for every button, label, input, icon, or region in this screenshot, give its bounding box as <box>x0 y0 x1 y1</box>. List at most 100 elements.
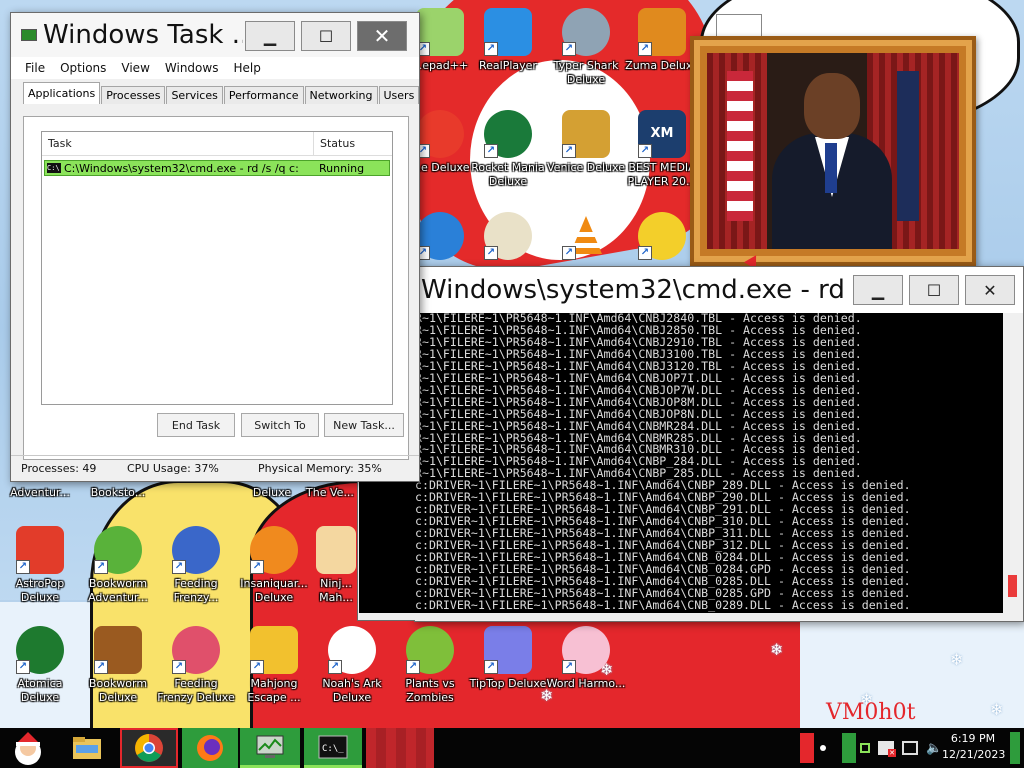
cmd-titlebar[interactable]: Windows\system32\cmd.exe - rd ... ▁ ☐ ✕ <box>415 267 1023 313</box>
desktop-icon-rocket-mania[interactable]: ↗ Rocket Mania Deluxe <box>468 110 548 189</box>
physical-memory: Physical Memory: 35% <box>258 462 382 475</box>
mahjong-tile-icon <box>316 526 356 574</box>
tab-networking[interactable]: Networking <box>304 86 378 104</box>
task-manager-titlebar[interactable]: Windows Task ... ▁ ☐ ✕ <box>11 13 419 57</box>
task-list[interactable]: Task Status C:\ C:\Windows\system32\cmd.… <box>41 131 393 405</box>
desktop-icon-label: Ninj... Mah... <box>319 577 353 604</box>
us-flag <box>727 71 753 221</box>
tray-square-icon[interactable] <box>860 743 870 753</box>
desktop-icon-bookworm-adventures[interactable]: ↗ Bookworm Adventur... <box>78 526 158 605</box>
plant-icon: ↗ <box>406 626 454 674</box>
process-count: Processes: 49 <box>21 462 97 475</box>
taskbar-firefox[interactable] <box>182 728 238 768</box>
close-button[interactable]: ✕ <box>965 275 1015 305</box>
window-shortcut-icon[interactable] <box>716 14 762 38</box>
desktop-icon-bookstorm[interactable]: Booksto... <box>78 486 158 500</box>
desktop-icon-feeding-frenzy[interactable]: ↗ Feeding Frenzy Deluxe <box>156 626 236 705</box>
taskbar-chrome[interactable] <box>120 728 178 768</box>
desktop-icon-astropop[interactable]: ↗ AstroPop Deluxe <box>0 526 80 605</box>
xm-play-icon: XM ↗ <box>638 110 686 158</box>
fish-icon: ↗ <box>172 626 220 674</box>
desktop-icon-realplayer[interactable]: ↗ RealPlayer <box>468 8 548 73</box>
taskbar-empty-slot <box>366 728 434 768</box>
desktop-icon-mahjong-escape[interactable]: ↗ Mahjong Escape ... <box>234 626 314 705</box>
console-scrollbar[interactable] <box>1003 313 1023 613</box>
menu-view[interactable]: View <box>121 61 149 75</box>
console-output[interactable]: R~1\FILERE~1\PR5648~1.INF\Amd64\CNBJ2840… <box>415 313 1005 613</box>
tray-error-icon[interactable]: ✕ <box>878 741 896 757</box>
photo-frame-widget[interactable] <box>690 36 976 266</box>
new-task-button[interactable]: New Task... <box>324 413 404 437</box>
end-task-button[interactable]: End Task <box>157 413 235 437</box>
column-header-status[interactable]: Status <box>314 137 355 150</box>
network-icon[interactable] <box>902 741 918 755</box>
task-manager-window[interactable]: Windows Task ... ▁ ☐ ✕ File Options View… <box>10 12 420 482</box>
close-icon: ✕ <box>373 24 391 48</box>
volume-icon[interactable]: 🔈 <box>926 741 942 756</box>
close-button[interactable]: ✕ <box>357 21 407 51</box>
notepadpp-icon: ↗ <box>416 8 464 56</box>
desktop-icon-label: Bookworm Adventur... <box>88 577 148 604</box>
menu-windows[interactable]: Windows <box>165 61 219 75</box>
tab-performance[interactable]: Performance <box>223 86 304 104</box>
scrollbar-thumb[interactable] <box>1008 575 1017 597</box>
desktop-icon-label: Bookworm Deluxe <box>88 677 148 704</box>
wallpaper-red-figure-2 <box>600 620 800 728</box>
show-desktop-button[interactable] <box>1010 732 1020 764</box>
desktop-icon-label: The Ve... <box>306 486 354 499</box>
desktop-icon-feeding-frenzy-2[interactable]: ↗ Feeding Frenzy... <box>156 526 236 605</box>
folder-icon <box>73 737 101 759</box>
minimize-button[interactable]: ▁ <box>245 21 295 51</box>
tab-users[interactable]: Users <box>378 86 420 104</box>
tray-show-desktop-red[interactable] <box>800 733 814 763</box>
vlc-cone-icon: ↗ <box>562 212 610 260</box>
switch-to-button[interactable]: Switch To <box>241 413 319 437</box>
rocket-icon: ↗ <box>484 110 532 158</box>
snowflake-icon: ❄ <box>950 650 964 669</box>
desktop-icon-the-ve[interactable]: The Ve... <box>300 486 360 500</box>
taskbar-task-manager[interactable] <box>240 728 300 768</box>
desktop-icon-tiptop[interactable]: ↗ TipTop Deluxe <box>468 626 548 691</box>
desktop-icon-label: Typer Shark Deluxe <box>553 59 619 86</box>
taskbar-file-explorer[interactable] <box>58 728 116 768</box>
maximize-button[interactable]: ☐ <box>909 275 959 305</box>
tray-green-icon[interactable] <box>842 733 856 763</box>
desktop-icon-game-3b[interactable]: ↗ <box>468 212 548 263</box>
desktop-icon-word-harmony[interactable]: ↗ Word Harmo... <box>546 626 626 691</box>
book-icon: ↗ <box>94 626 142 674</box>
start-button[interactable] <box>0 728 56 768</box>
menu-help[interactable]: Help <box>233 61 260 75</box>
tab-applications[interactable]: Applications <box>23 82 101 104</box>
column-header-task[interactable]: Task <box>42 132 314 155</box>
smiley-icon: ↗ <box>638 212 686 260</box>
desktop-icon-insaniquarium[interactable]: ↗ Insaniquar... Deluxe <box>234 526 314 605</box>
minimize-button[interactable]: ▁ <box>853 275 903 305</box>
pirate-skull-icon: ↗ <box>484 212 532 260</box>
desktop-icon-label: Noah's Ark Deluxe <box>322 677 382 704</box>
task-manager-title: Windows Task ... <box>43 20 243 50</box>
tab-processes[interactable]: Processes <box>101 86 166 104</box>
desktop-icon-label: Word Harmo... <box>546 677 626 690</box>
menu-file[interactable]: File <box>25 61 45 75</box>
maximize-button[interactable]: ☐ <box>301 21 351 51</box>
desktop-icon-plants-vs-zombies[interactable]: ↗ Plants vs Zombies <box>390 626 470 705</box>
taskbar-clock[interactable]: 6:19 PM 12/21/2023 <box>942 731 1005 763</box>
desktop-icon-label: Feeding Frenzy... <box>173 577 219 604</box>
desktop-icon-noahs-ark[interactable]: ↗ Noah's Ark Deluxe <box>312 626 392 705</box>
desktop-icon-vlc[interactable]: ↗ <box>546 212 626 263</box>
taskbar-cmd[interactable]: C:\_ <box>304 728 362 768</box>
desktop-icon-ninja-mahjong[interactable]: Ninj... Mah... <box>312 526 360 605</box>
desktop-icon-typer-shark[interactable]: ↗ Typer Shark Deluxe <box>546 8 626 87</box>
desktop-icon-bookworm[interactable]: ↗ Bookworm Deluxe <box>78 626 158 705</box>
table-row[interactable]: C:\ C:\Windows\system32\cmd.exe - rd /s … <box>44 160 390 176</box>
desktop-icon-venice[interactable]: ↗ Venice Deluxe <box>546 110 626 175</box>
taskbar: C:\_ ✕ 🔈 6:19 PM 12/21/2023 <box>0 728 1024 768</box>
cmd-window[interactable]: Windows\system32\cmd.exe - rd ... ▁ ☐ ✕ … <box>357 266 1024 622</box>
menu-options[interactable]: Options <box>60 61 106 75</box>
task-name: C:\Windows\system32\cmd.exe - rd /s /q c… <box>64 161 299 175</box>
desktop-icon-label: TipTop Deluxe <box>469 677 547 690</box>
desktop-icon-label: AstroPop Deluxe <box>15 577 65 604</box>
desktop-icon-atomica[interactable]: ↗ Atomica Deluxe <box>0 626 80 705</box>
tab-services[interactable]: Services <box>166 86 223 104</box>
desktop-icon-adventures[interactable]: Adventur... <box>0 486 80 500</box>
